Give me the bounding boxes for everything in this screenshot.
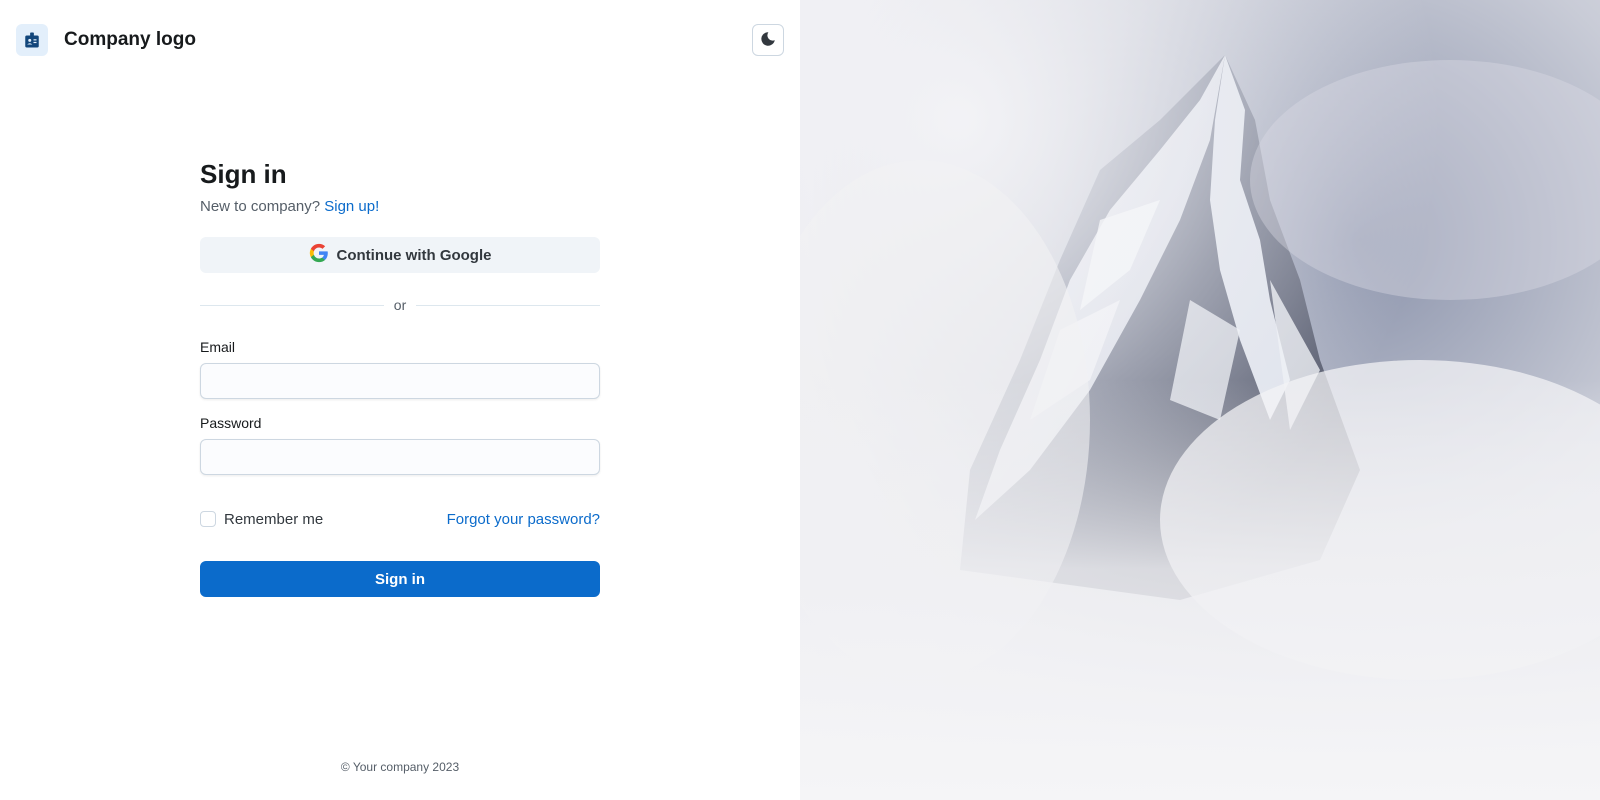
top-bar: Company logo bbox=[16, 24, 784, 56]
hero-image bbox=[800, 0, 1600, 800]
brand[interactable]: Company logo bbox=[16, 24, 196, 56]
google-button-label: Continue with Google bbox=[336, 246, 492, 264]
divider-text: or bbox=[393, 297, 407, 313]
badge-icon bbox=[16, 24, 48, 56]
email-field[interactable] bbox=[200, 363, 600, 399]
mountain-image bbox=[800, 0, 1600, 800]
options-row: Remember me Forgot your password? bbox=[200, 509, 600, 529]
divider-line-left bbox=[200, 304, 384, 306]
google-signin-button[interactable]: Continue with Google bbox=[200, 237, 600, 273]
or-divider: or bbox=[200, 295, 601, 315]
signup-prompt-text: New to company? bbox=[200, 198, 321, 215]
remember-checkbox[interactable] bbox=[200, 511, 216, 527]
email-field-group: Email bbox=[200, 339, 600, 399]
signup-link[interactable]: Sign up! bbox=[324, 198, 379, 215]
signin-panel: Company logo Sign in New to company? Sig… bbox=[0, 0, 800, 800]
theme-toggle-button[interactable] bbox=[752, 24, 784, 56]
divider-line-right bbox=[416, 304, 601, 306]
email-label: Email bbox=[200, 339, 236, 355]
signin-form: Sign in New to company? Sign up! Continu… bbox=[200, 158, 601, 597]
moon-icon bbox=[759, 30, 777, 51]
signup-prompt: New to company? Sign up! bbox=[200, 198, 600, 215]
brand-name: Company logo bbox=[64, 29, 196, 50]
page-title: Sign in bbox=[200, 159, 287, 189]
password-label: Password bbox=[200, 415, 262, 431]
password-field-group: Password bbox=[200, 415, 600, 475]
forgot-password-link[interactable]: Forgot your password? bbox=[447, 511, 600, 528]
footer-copyright: © Your company 2023 bbox=[340, 760, 460, 774]
remember-label: Remember me bbox=[224, 510, 324, 528]
password-field[interactable] bbox=[200, 439, 600, 475]
remember-me[interactable]: Remember me bbox=[200, 511, 323, 528]
google-icon bbox=[309, 243, 329, 267]
signin-button[interactable]: Sign in bbox=[200, 561, 600, 597]
